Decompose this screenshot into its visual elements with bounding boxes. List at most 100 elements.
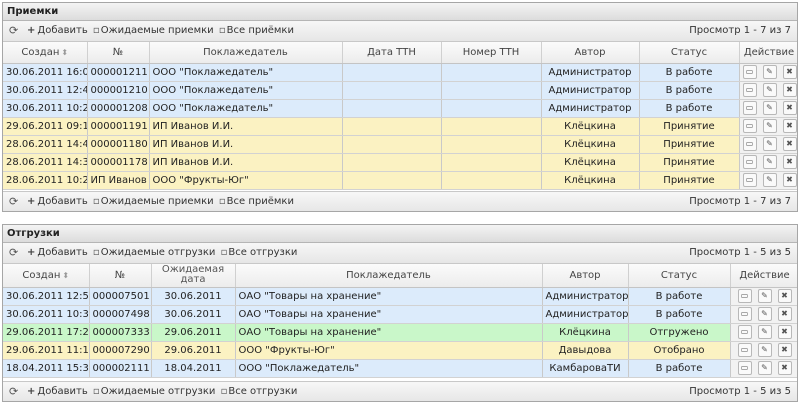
col-author[interactable]: Автор: [542, 264, 629, 288]
table-row[interactable]: 28.06.2011 10:2ИП Иванов ИООО "Фрукты-Юг…: [3, 171, 797, 190]
col-ttn-date[interactable]: Дата ТТН: [342, 42, 442, 64]
add-receipt-button[interactable]: Добавить: [37, 25, 87, 36]
delete-button[interactable]: ✖: [782, 154, 797, 169]
edit-button[interactable]: ✎: [762, 154, 777, 169]
shipments-title: Отгрузки: [3, 225, 797, 243]
expected-receipts-button[interactable]: Ожидаемые приемки: [101, 196, 214, 207]
view-button[interactable]: ▭: [742, 100, 757, 115]
table-row[interactable]: 30.06.2011 12:4 000001210 ООО "Поклажедате…: [3, 81, 797, 100]
view-button[interactable]: ▭: [742, 172, 757, 187]
table-row[interactable]: 30.06.2011 12:50 000007501 30.06.2011 ОАО "…: [3, 287, 797, 306]
expected-shipments-button[interactable]: Ожидаемые отгрузки: [101, 386, 216, 397]
col-created[interactable]: Создан ⬍: [3, 42, 88, 64]
col-depositor[interactable]: Поклажедатель: [149, 42, 343, 64]
col-status[interactable]: Статус: [628, 264, 731, 288]
edit-button[interactable]: ✎: [762, 172, 777, 187]
refresh-icon[interactable]: ⟳: [9, 192, 18, 211]
view-button[interactable]: ▭: [737, 306, 752, 321]
author-cell: Клёцкина: [541, 153, 640, 172]
all-receipts-button[interactable]: Все приёмки: [227, 196, 294, 207]
delete-button[interactable]: ✖: [782, 118, 797, 133]
depositor-cell: ИП Иванов И.И.: [149, 153, 343, 172]
window-icon: ▫: [220, 386, 228, 397]
edit-button[interactable]: ✎: [757, 342, 772, 357]
edit-button[interactable]: ✎: [762, 82, 777, 97]
expected-shipments-button[interactable]: Ожидаемые отгрузки: [101, 247, 216, 258]
edit-button[interactable]: ✎: [757, 324, 772, 339]
number-cell: 000001210: [87, 81, 150, 100]
view-button[interactable]: ▭: [742, 82, 757, 97]
table-row[interactable]: 28.06.2011 14:3 000001178 ИП Иванов И.И. Кл…: [3, 153, 797, 172]
edit-button[interactable]: ✎: [762, 64, 777, 79]
add-shipment-button[interactable]: Добавить: [37, 386, 87, 397]
delete-button[interactable]: ✖: [777, 306, 792, 321]
table-row[interactable]: 30.06.2011 10:2 000001208 ООО "Поклажедате…: [3, 99, 797, 118]
status-cell: В работе: [628, 359, 731, 378]
view-button[interactable]: ▭: [742, 64, 757, 79]
depositor-cell: ООО "Фрукты-Юг": [235, 341, 543, 360]
all-shipments-button[interactable]: Все отгрузки: [228, 247, 297, 258]
view-button[interactable]: ▭: [737, 324, 752, 339]
refresh-icon[interactable]: ⟳: [9, 243, 18, 263]
col-number[interactable]: №: [89, 264, 152, 288]
table-row[interactable]: 30.06.2011 10:33 000007498 30.06.2011 ОАО "…: [3, 305, 797, 324]
view-button[interactable]: ▭: [737, 342, 752, 357]
edit-button[interactable]: ✎: [757, 306, 772, 321]
delete-button[interactable]: ✖: [777, 342, 792, 357]
number-cell: 000007333: [89, 323, 152, 342]
created-cell: 28.06.2011 10:2: [3, 171, 88, 190]
add-receipt-button[interactable]: Добавить: [37, 196, 87, 207]
edit-button[interactable]: ✎: [762, 100, 777, 115]
delete-button[interactable]: ✖: [777, 288, 792, 303]
view-button[interactable]: ▭: [737, 360, 752, 375]
col-ttn-number[interactable]: Номер ТТН: [441, 42, 542, 64]
all-receipts-button[interactable]: Все приёмки: [227, 25, 294, 36]
delete-button[interactable]: ✖: [782, 172, 797, 187]
col-depositor[interactable]: Поклажедатель: [235, 264, 543, 288]
add-shipment-button[interactable]: Добавить: [37, 247, 87, 258]
delete-button[interactable]: ✖: [782, 64, 797, 79]
edit-button[interactable]: ✎: [757, 360, 772, 375]
all-shipments-button[interactable]: Все отгрузки: [228, 386, 297, 397]
pencil-icon: ✎: [766, 102, 773, 112]
col-expected-date[interactable]: Ожидаемая дата: [151, 264, 236, 288]
delete-button[interactable]: ✖: [782, 82, 797, 97]
delete-button[interactable]: ✖: [782, 136, 797, 151]
table-row[interactable]: 28.06.2011 14:4 000001180 ИП Иванов И.И. Кл…: [3, 135, 797, 154]
col-status[interactable]: Статус: [639, 42, 740, 64]
pencil-icon: ✎: [761, 344, 768, 354]
delete-button[interactable]: ✖: [782, 100, 797, 115]
shipments-table: Создан ⬍ № Ожидаемая дата Поклажедатель А…: [3, 264, 797, 378]
delete-button[interactable]: ✖: [777, 324, 792, 339]
view-button[interactable]: ▭: [737, 288, 752, 303]
ttn-date-cell: [342, 81, 442, 100]
ttn-date-cell: [342, 153, 442, 172]
expected-receipts-button[interactable]: Ожидаемые приемки: [101, 25, 214, 36]
row-actions: ▭ ✎ ✖: [739, 171, 797, 190]
edit-button[interactable]: ✎: [762, 136, 777, 151]
refresh-icon[interactable]: ⟳: [9, 21, 18, 41]
col-number[interactable]: №: [87, 42, 150, 64]
col-author[interactable]: Автор: [541, 42, 640, 64]
view-button[interactable]: ▭: [742, 154, 757, 169]
status-cell: Принятие: [639, 153, 740, 172]
table-row[interactable]: 18.04.2011 15:36 000002111 18.04.2011 ООО "…: [3, 359, 797, 378]
ttn-date-cell: [342, 63, 442, 82]
view-button[interactable]: ▭: [742, 118, 757, 133]
delete-button[interactable]: ✖: [777, 360, 792, 375]
pencil-icon: ✎: [761, 290, 768, 300]
edit-button[interactable]: ✎: [762, 118, 777, 133]
close-icon: ✖: [786, 138, 793, 148]
table-row[interactable]: 30.06.2011 16:0 000001211 ООО "Поклажедате…: [3, 63, 797, 82]
col-created[interactable]: Создан ⬍: [3, 264, 90, 288]
table-row[interactable]: 29.06.2011 09:1 000001191 ИП Иванов И.И. Кл…: [3, 117, 797, 136]
pencil-icon: ✎: [766, 66, 773, 76]
view-button[interactable]: ▭: [742, 136, 757, 151]
refresh-icon[interactable]: ⟳: [9, 382, 18, 401]
edit-button[interactable]: ✎: [757, 288, 772, 303]
table-row[interactable]: 29.06.2011 11:13 000007290 29.06.2011 ООО "…: [3, 341, 797, 360]
number-cell: 000001191: [87, 117, 150, 136]
table-row[interactable]: 29.06.2011 17:22 000007333 29.06.2011 ОАО "…: [3, 323, 797, 342]
ttn-date-cell: [342, 171, 442, 190]
receipts-panel: Приемки ⟳ + Добавить ▫Ожидаемые приемки ▫…: [2, 2, 798, 212]
